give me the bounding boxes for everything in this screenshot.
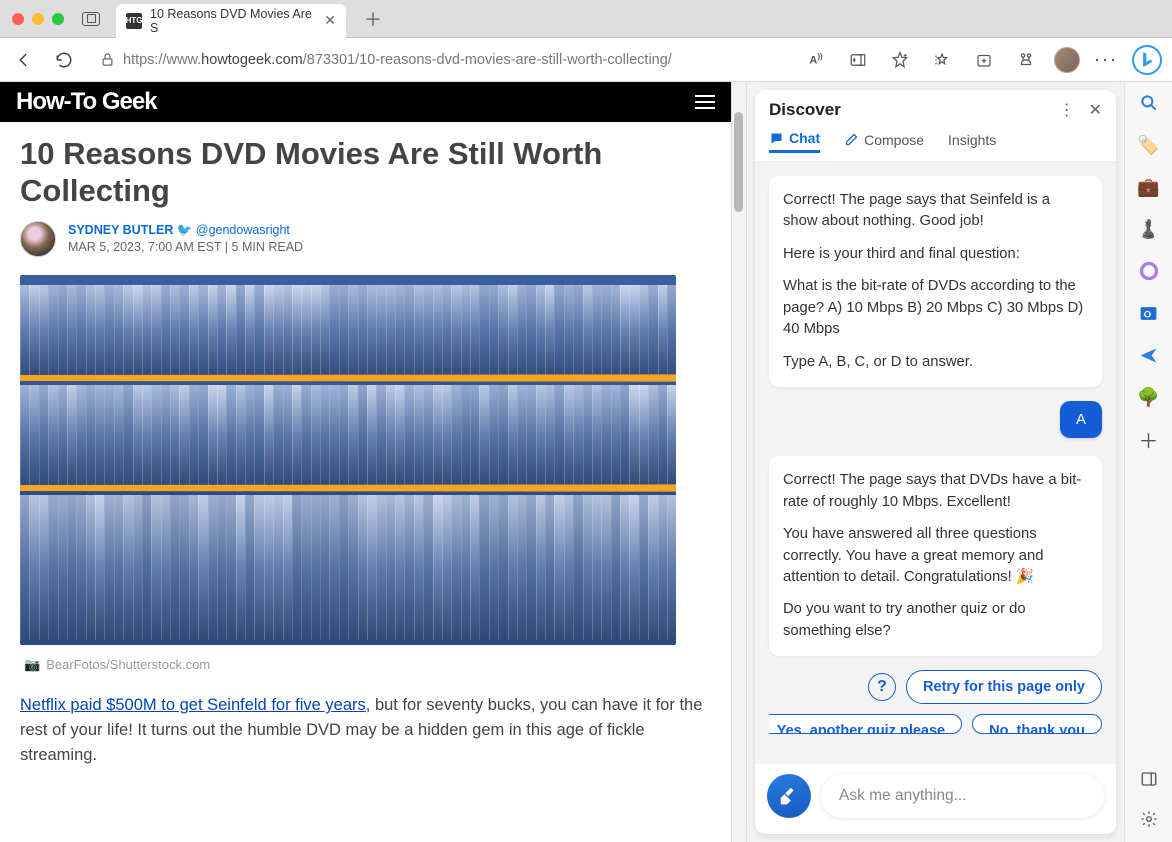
translate-icon[interactable] [844, 46, 872, 74]
camera-icon: 📷 [24, 657, 40, 672]
bing-chat-icon[interactable] [1132, 45, 1162, 75]
site-header: How-To Geek [0, 82, 731, 122]
refresh-button[interactable] [50, 46, 78, 74]
lock-icon [100, 52, 115, 67]
site-logo[interactable]: How-To Geek [16, 88, 157, 116]
page-scrollbar[interactable] [732, 82, 746, 842]
address-bar[interactable]: https://www.howtogeek.com/873301/10-reas… [90, 44, 790, 76]
panel-icon[interactable] [1136, 766, 1162, 792]
search-icon[interactable] [1136, 90, 1162, 116]
scroll-thumb[interactable] [734, 112, 743, 212]
menu-icon[interactable] [695, 95, 715, 109]
send-icon[interactable] [1136, 342, 1162, 368]
games-icon[interactable]: ♟️ [1136, 216, 1162, 242]
bot-message: Correct! The page says that Seinfeld is … [769, 176, 1102, 387]
tab-actions-icon[interactable] [82, 12, 100, 26]
webpage: How-To Geek 10 Reasons DVD Movies Are St… [0, 82, 732, 842]
m365-icon[interactable] [1136, 258, 1162, 284]
inline-link[interactable]: Netflix paid $500M to get Seinfeld for f… [20, 696, 366, 714]
conversation: Correct! The page says that Seinfeld is … [755, 162, 1116, 764]
article-body: Netflix paid $500M to get Seinfeld for f… [20, 693, 711, 767]
retry-button[interactable]: Retry for this page only [906, 670, 1102, 704]
favicon: HTG [126, 13, 142, 29]
new-tab-button[interactable]: ＋ [364, 6, 382, 32]
tab-chat[interactable]: Chat [769, 130, 820, 153]
browser-tab[interactable]: HTG 10 Reasons DVD Movies Are S ✕ [116, 4, 346, 38]
byline: SYDNEY BUTLER 🐦 @gendowasright MAR 5, 20… [20, 221, 711, 257]
favorites-list-icon[interactable] [928, 46, 956, 74]
tab-compose[interactable]: Compose [844, 130, 924, 153]
chat-close-icon[interactable]: ✕ [1089, 100, 1102, 120]
author-name[interactable]: SYDNEY BUTLER [68, 223, 173, 237]
suggestion-row: Yes, another quiz please No, thank you [769, 714, 1102, 734]
discover-sidebar: Discover ⋮ ✕ Chat Compose Insights [746, 82, 1124, 842]
back-button[interactable] [10, 46, 38, 74]
close-window-button[interactable] [12, 13, 24, 25]
bot-message: Correct! The page says that DVDs have a … [769, 456, 1102, 656]
content-area: How-To Geek 10 Reasons DVD Movies Are St… [0, 82, 1172, 842]
chat-header: Discover ⋮ ✕ [755, 90, 1116, 130]
maximize-window-button[interactable] [52, 13, 64, 25]
shopping-tag-icon[interactable]: 🏷️ [1136, 132, 1162, 158]
help-icon[interactable]: ? [868, 673, 896, 701]
tree-icon[interactable]: 🌳 [1136, 384, 1162, 410]
chat-input-row: Ask me anything... [755, 764, 1116, 834]
profile-avatar[interactable] [1054, 47, 1080, 73]
author-avatar[interactable] [20, 221, 56, 257]
add-icon[interactable]: ＋ [1136, 426, 1162, 452]
minimize-window-button[interactable] [32, 13, 44, 25]
chat-more-icon[interactable]: ⋮ [1059, 100, 1075, 120]
article-title: 10 Reasons DVD Movies Are Still Worth Co… [20, 136, 711, 209]
tab-title: 10 Reasons DVD Movies Are S [150, 7, 316, 35]
more-menu-icon[interactable]: ··· [1094, 49, 1118, 70]
favorite-icon[interactable] [886, 46, 914, 74]
hero-image [20, 275, 676, 645]
browser-toolbar: https://www.howtogeek.com/873301/10-reas… [0, 38, 1172, 82]
chat-panel: Discover ⋮ ✕ Chat Compose Insights [755, 90, 1116, 834]
tab-insights[interactable]: Insights [948, 130, 996, 153]
extensions-icon[interactable] [1012, 46, 1040, 74]
twitter-icon[interactable]: 🐦 [177, 223, 196, 237]
chat-title: Discover [769, 100, 841, 120]
author-handle[interactable]: @gendowasright [196, 223, 290, 237]
image-credit: 📷BearFotos/Shutterstock.com [24, 657, 707, 673]
toolbar-right: A)) ··· [802, 45, 1162, 75]
suggestion-row: ? Retry for this page only [769, 670, 1102, 704]
settings-icon[interactable] [1136, 806, 1162, 832]
chat-input[interactable]: Ask me anything... [821, 774, 1104, 818]
titlebar: HTG 10 Reasons DVD Movies Are S ✕ ＋ [0, 0, 1172, 38]
tools-icon[interactable]: 💼 [1136, 174, 1162, 200]
chat-tabs: Chat Compose Insights [755, 130, 1116, 162]
svg-text:O: O [1144, 309, 1151, 320]
read-aloud-icon[interactable]: A)) [802, 46, 830, 74]
close-tab-icon[interactable]: ✕ [324, 12, 336, 29]
collections-icon[interactable] [970, 46, 998, 74]
url-text: https://www.howtogeek.com/873301/10-reas… [123, 52, 672, 68]
window-controls [12, 13, 64, 25]
outlook-icon[interactable]: O [1136, 300, 1162, 326]
article: 10 Reasons DVD Movies Are Still Worth Co… [0, 122, 731, 781]
suggestion-no[interactable]: No, thank you [972, 714, 1102, 734]
article-meta: MAR 5, 2023, 7:00 AM EST | 5 MIN READ [68, 240, 303, 254]
new-topic-button[interactable] [767, 774, 811, 818]
user-message: A [1060, 401, 1102, 438]
edge-sidebar: 🏷️ 💼 ♟️ O 🌳 ＋ [1124, 82, 1172, 842]
suggestion-yes[interactable]: Yes, another quiz please [769, 714, 962, 734]
